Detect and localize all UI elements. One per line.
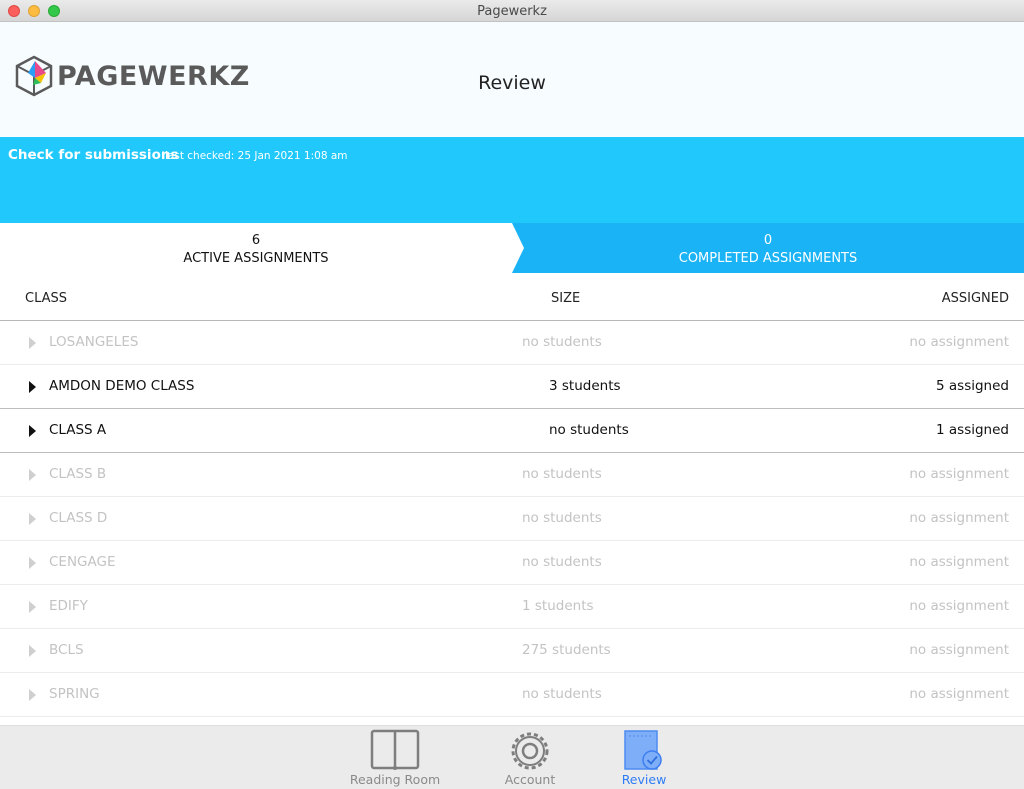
expand-arrow-icon[interactable] [29, 337, 36, 349]
class-name: LOSANGELES [49, 334, 139, 350]
class-assigned: no assignment [909, 554, 1009, 570]
class-size: no students [549, 422, 629, 438]
assignment-tabs: 6 ACTIVE ASSIGNMENTS 0 COMPLETED ASSIGNM… [0, 223, 1024, 273]
expand-arrow-icon[interactable] [29, 425, 36, 437]
active-assignments-label: ACTIVE ASSIGNMENTS [183, 251, 329, 266]
header: PAGEWERKZ Review [0, 22, 1024, 137]
class-size: no students [522, 686, 602, 702]
table-header: CLASS SIZE ASSIGNED [0, 273, 1024, 321]
page-title: Review [478, 72, 546, 94]
class-assigned: no assignment [909, 598, 1009, 614]
class-assigned: no assignment [909, 510, 1009, 526]
check-for-submissions-link[interactable]: Check for submissions [8, 147, 178, 163]
class-size: 275 students [522, 642, 611, 658]
class-name: CLASS A [49, 422, 107, 438]
column-header-class: CLASS [25, 291, 68, 306]
class-row[interactable]: CLASS B no students no assignment [0, 453, 1024, 497]
last-checked-text: last checked: 25 Jan 2021 1:08 am [165, 150, 348, 162]
tabbar-review[interactable]: Review [614, 726, 674, 789]
class-size: no students [522, 510, 602, 526]
expand-arrow-icon[interactable] [29, 601, 36, 613]
class-size: no students [522, 334, 602, 350]
review-label: Review [621, 772, 667, 787]
tabbar-reading-room[interactable]: Reading Room [345, 726, 445, 789]
class-size: no students [522, 554, 602, 570]
class-row[interactable]: SPRING no students no assignment [0, 673, 1024, 717]
expand-arrow-icon[interactable] [29, 557, 36, 569]
expand-arrow-icon[interactable] [29, 381, 36, 393]
class-assigned: no assignment [909, 686, 1009, 702]
expand-arrow-icon[interactable] [29, 645, 36, 657]
class-list[interactable]: LOSANGELES no students no assignment AMD… [0, 321, 1024, 725]
class-name: BCLS [49, 642, 84, 658]
class-assigned: no assignment [909, 466, 1009, 482]
review-icon [624, 730, 662, 770]
completed-assignments-count: 0 [763, 233, 773, 248]
tabbar-account[interactable]: Account [490, 726, 570, 789]
class-name: CLASS D [49, 510, 108, 526]
class-assigned: 5 assigned [936, 378, 1009, 394]
class-name: CLASS B [49, 466, 107, 482]
class-size: 3 students [549, 378, 621, 394]
column-header-assigned: ASSIGNED [941, 291, 1009, 306]
book-icon [370, 729, 420, 770]
class-row[interactable]: AMDON DEMO CLASS 3 students 5 assigned [0, 365, 1024, 409]
class-name: CENGAGE [49, 554, 116, 570]
account-label: Account [504, 772, 556, 787]
class-row[interactable]: CLASS D no students no assignment [0, 497, 1024, 541]
completed-assignments-label: COMPLETED ASSIGNMENTS [678, 251, 858, 266]
class-row[interactable]: CENGAGE no students no assignment [0, 541, 1024, 585]
class-size: 1 students [522, 598, 594, 614]
expand-arrow-icon[interactable] [29, 689, 36, 701]
class-row[interactable]: BCLS 275 students no assignment [0, 629, 1024, 673]
column-header-size: SIZE [551, 291, 581, 306]
gear-icon [511, 732, 549, 770]
submissions-band: Check for submissions last checked: 25 J… [0, 137, 1024, 223]
expand-arrow-icon[interactable] [29, 469, 36, 481]
active-assignments-count: 6 [251, 233, 261, 248]
class-row[interactable]: EDIFY 1 students no assignment [0, 585, 1024, 629]
window-title: Pagewerkz [477, 4, 547, 19]
reading-room-label: Reading Room [349, 772, 441, 787]
class-name: SPRING [49, 686, 100, 702]
tab-completed-assignments[interactable]: 0 COMPLETED ASSIGNMENTS [512, 223, 1024, 273]
class-assigned: no assignment [909, 642, 1009, 658]
class-name: AMDON DEMO CLASS [49, 378, 195, 394]
class-assigned: no assignment [909, 334, 1009, 350]
class-row[interactable]: CLASS A no students 1 assigned [0, 409, 1024, 453]
class-name: EDIFY [49, 598, 88, 614]
class-assigned: 1 assigned [936, 422, 1009, 438]
expand-arrow-icon[interactable] [29, 513, 36, 525]
bottom-tab-bar: Reading Room Account Review [0, 725, 1024, 789]
tab-active-assignments[interactable]: 6 ACTIVE ASSIGNMENTS [0, 223, 512, 273]
app-window: Pagewerkz PAGEWERKZ Review Check for sub… [0, 0, 1024, 789]
class-size: no students [522, 466, 602, 482]
class-row[interactable]: LOSANGELES no students no assignment [0, 321, 1024, 365]
title-bar[interactable]: Pagewerkz [0, 0, 1024, 22]
